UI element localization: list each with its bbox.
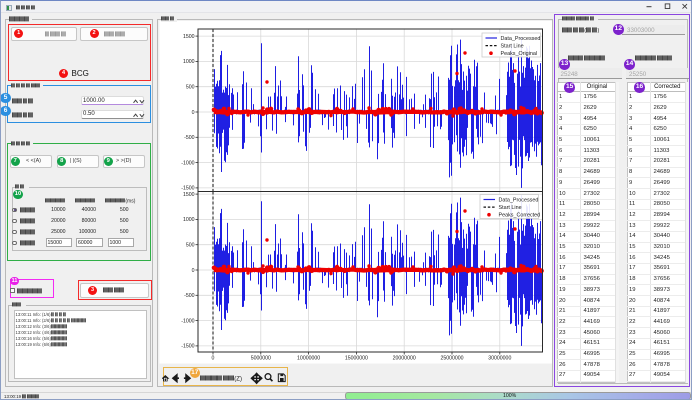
svg-text:0: 0: [192, 110, 195, 116]
svg-text:Peaks_Original: Peaks_Original: [501, 51, 538, 57]
svg-text:Peaks_Corrected: Peaks_Corrected: [499, 213, 541, 219]
svg-text:-1000: -1000: [181, 318, 194, 324]
svg-text:0: 0: [212, 356, 215, 362]
svg-text:10000000: 10000000: [297, 356, 320, 362]
svg-text:15000000: 15000000: [345, 356, 368, 362]
svg-text:500: 500: [186, 243, 195, 249]
svg-text:25000000: 25000000: [440, 356, 463, 362]
svg-text:Data_Processed: Data_Processed: [499, 198, 539, 204]
svg-text:-1500: -1500: [181, 344, 194, 350]
svg-text:Data_Processed: Data_Processed: [501, 36, 541, 42]
svg-text:-500: -500: [184, 293, 194, 299]
svg-text:30000000: 30000000: [488, 356, 511, 362]
svg-text:20000000: 20000000: [393, 356, 416, 362]
svg-text:-500: -500: [184, 135, 194, 141]
svg-text:Start Line: Start Line: [501, 44, 524, 50]
svg-text:1500: 1500: [183, 34, 195, 40]
svg-text:1000: 1000: [183, 59, 195, 65]
svg-text:0: 0: [192, 268, 195, 274]
svg-text:Start Line: Start Line: [499, 205, 522, 211]
svg-text:-1000: -1000: [181, 160, 194, 166]
svg-text:1500: 1500: [183, 192, 195, 198]
svg-text:-1500: -1500: [181, 186, 194, 192]
svg-text:5000000: 5000000: [251, 356, 271, 362]
svg-text:1000: 1000: [183, 217, 195, 223]
svg-text:500: 500: [186, 85, 195, 91]
